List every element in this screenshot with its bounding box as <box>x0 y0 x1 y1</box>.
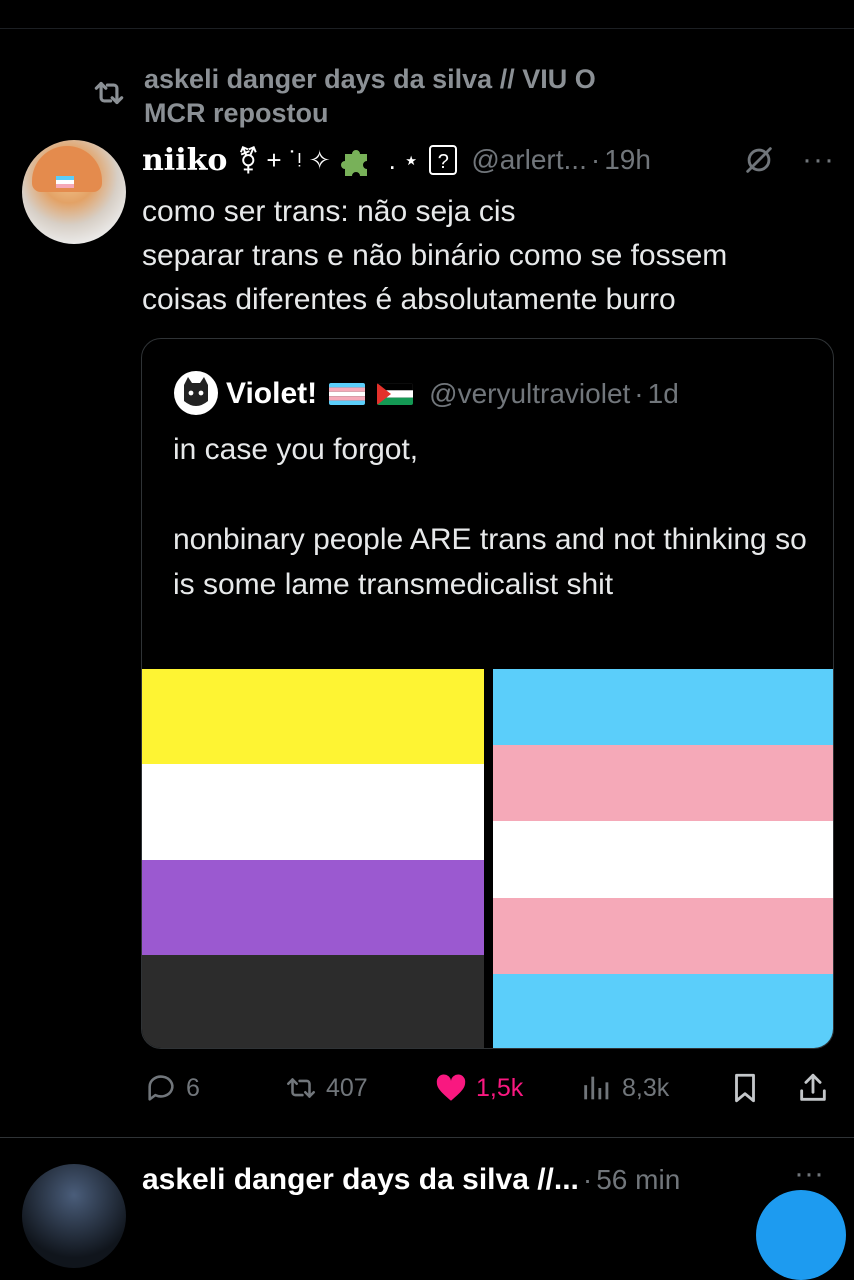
like-button[interactable]: 1,5k <box>434 1060 523 1116</box>
views-icon <box>584 1076 609 1100</box>
nonbinary-flag-image[interactable] <box>142 669 484 1048</box>
next-avatar[interactable] <box>22 1164 126 1268</box>
repost-button[interactable]: 407 <box>284 1060 368 1116</box>
handle[interactable]: @arlert... <box>471 144 587 176</box>
next-timestamp[interactable]: 56 min <box>596 1164 680 1196</box>
separator-dot: · <box>590 144 601 175</box>
flag-stripe <box>493 973 833 1048</box>
view-count: 8,3k <box>622 1073 670 1102</box>
trans-flag-icon <box>329 383 366 405</box>
reply-button[interactable]: 6 <box>144 1060 200 1116</box>
quote-text: in case you forgot, nonbinary people ARE… <box>173 433 807 601</box>
more-icon[interactable]: ··· <box>794 1159 824 1189</box>
flag-stripe <box>493 669 833 746</box>
like-count: 1,5k <box>476 1073 524 1102</box>
bookmark-icon <box>735 1073 755 1103</box>
name-decorations: ⚧ + ˙ᵎ ✧ <box>237 144 331 175</box>
quote-avatar[interactable] <box>174 371 218 415</box>
tweet-divider <box>0 1137 854 1138</box>
flag-stripe <box>142 954 484 1048</box>
quote-header: Violet! @veryultraviolet · 1d <box>226 371 679 417</box>
reply-count: 6 <box>186 1073 200 1102</box>
share-button[interactable] <box>796 1060 830 1116</box>
repost-count: 407 <box>326 1073 368 1102</box>
next-display-name[interactable]: askeli danger days da silva //... <box>142 1163 579 1197</box>
avatar-flag <box>56 176 74 188</box>
puzzle-icon <box>340 150 367 176</box>
tweet-header: niiko ⚧ + ˙ᵎ ✧ . ⋆ ? @arlert... · 19h <box>142 138 842 182</box>
avatar[interactable] <box>22 140 126 244</box>
more-icon[interactable]: ··· <box>802 145 835 175</box>
cat-face-icon <box>184 377 208 406</box>
quote-display-name[interactable]: Violet! <box>226 377 317 411</box>
tweet-text: como ser trans: não seja cis separar tra… <box>142 190 842 322</box>
flag-stripe <box>493 745 833 822</box>
separator-dot: · <box>634 378 644 409</box>
tweet-text-line: coisas diferentes é absolutamente burro <box>142 283 676 316</box>
repost-context[interactable]: askeli danger days da silva // VIU O MCR… <box>90 62 650 130</box>
flag-stripe <box>493 897 833 974</box>
share-icon <box>800 1073 826 1101</box>
quote-handle[interactable]: @veryultraviolet <box>429 378 630 410</box>
palestine-flag-icon <box>377 383 414 405</box>
unknown-glyph-icon: ? <box>429 145 458 175</box>
views-button[interactable]: 8,3k <box>580 1060 669 1116</box>
repost-label-line2: MCR repostou <box>144 98 329 128</box>
quoted-tweet[interactable]: Violet! @veryultraviolet · 1d in case yo… <box>141 338 834 1049</box>
repost-label-line1: askeli danger days da silva // VIU O <box>144 64 596 94</box>
tweet-header-actions: ··· <box>742 142 842 178</box>
heart-icon <box>436 1074 466 1101</box>
name-decorations-end: . ⋆ <box>388 144 420 175</box>
flag-stripe <box>142 669 484 765</box>
tweet-text-line: como ser trans: não seja cis <box>142 195 516 228</box>
display-name[interactable]: niiko <box>142 143 227 178</box>
timestamp[interactable]: 19h <box>604 144 651 176</box>
flag-stripe <box>493 821 833 898</box>
flag-stripe <box>142 859 484 955</box>
separator-dot: · <box>582 1164 593 1195</box>
compose-fab-button[interactable] <box>756 1190 846 1280</box>
reply-icon <box>148 1075 174 1101</box>
trans-flag-image[interactable] <box>493 669 833 1048</box>
repost-label: askeli danger days da silva // VIU O MCR… <box>144 62 596 130</box>
action-bar: 6 407 1,5k 8,3k <box>142 1060 842 1116</box>
tweet-text-line: separar trans e não binário como se foss… <box>142 239 728 272</box>
repost-icon <box>286 1078 316 1098</box>
flag-stripe <box>142 764 484 860</box>
next-tweet-header: askeli danger days da silva //... · 56 m… <box>142 1158 782 1202</box>
grok-icon[interactable] <box>742 143 776 177</box>
top-divider <box>0 28 854 29</box>
quote-timestamp[interactable]: 1d <box>648 378 679 410</box>
repost-icon <box>94 81 124 105</box>
bookmark-button[interactable] <box>728 1060 762 1116</box>
